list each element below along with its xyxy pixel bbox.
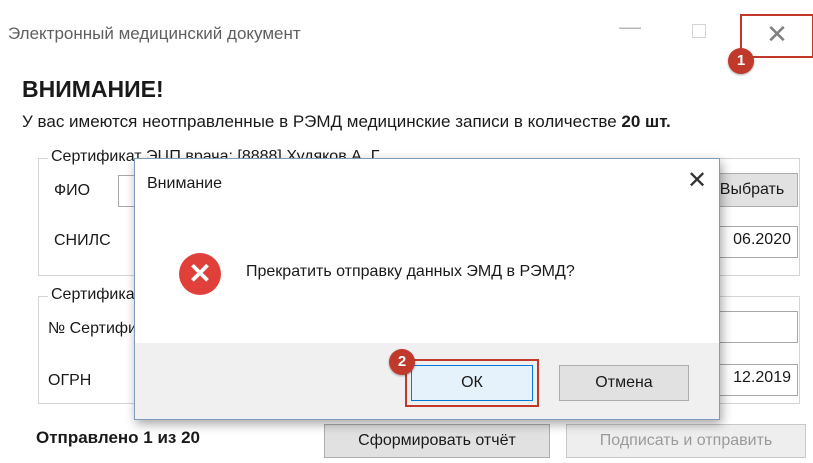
dialog-message: Прекратить отправку данных ЭМД в РЭМД?: [246, 263, 575, 280]
window-title: Электронный медицинский документ: [8, 24, 301, 43]
warning-heading: ВНИМАНИЕ!: [22, 76, 164, 102]
window-close-button[interactable]: ✕: [740, 14, 813, 58]
fio-label: ФИО: [54, 182, 91, 199]
cancel-button[interactable]: Отмена: [559, 365, 689, 401]
dialog-title: Внимание: [147, 175, 223, 192]
ok-button[interactable]: ОК: [411, 365, 533, 401]
error-icon: ✕: [179, 253, 221, 295]
generate-report-button[interactable]: Сформировать отчёт: [324, 424, 550, 458]
maximize-button[interactable]: [692, 24, 706, 38]
notice-body: У вас имеются неотправленные в РЭМД меди…: [22, 112, 622, 131]
annotation-badge-1: 1: [728, 48, 754, 74]
progress-status: Отправлено 1 из 20: [36, 428, 200, 447]
minimize-button[interactable]: —: [615, 16, 645, 46]
ogrn-label: ОГРН: [48, 372, 92, 389]
annotation-badge-2: 2: [389, 349, 415, 375]
confirm-dialog: Внимание ✕ ✕ Прекратить отправку данных …: [134, 158, 720, 420]
dialog-close-icon[interactable]: ✕: [681, 165, 713, 197]
notice-text: У вас имеются неотправленные в РЭМД меди…: [22, 112, 671, 132]
sign-and-send-button: Подписать и отправить: [566, 424, 806, 458]
notice-count: 20 шт.: [621, 112, 671, 131]
snils-label: СНИЛС: [54, 232, 111, 249]
